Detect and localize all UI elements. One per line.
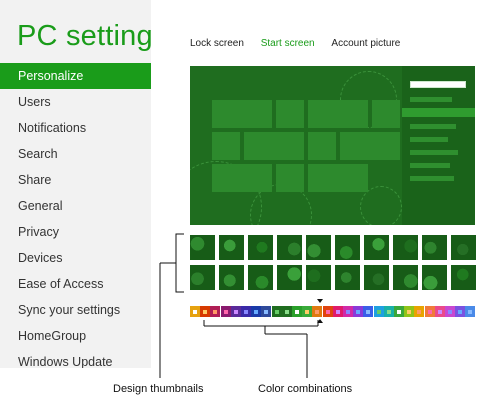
callout-lines [159, 233, 319, 378]
bracket-design [175, 233, 184, 293]
label-design-thumbnails: Design thumbnails [113, 383, 204, 395]
label-color-combinations: Color combinations [258, 383, 353, 395]
